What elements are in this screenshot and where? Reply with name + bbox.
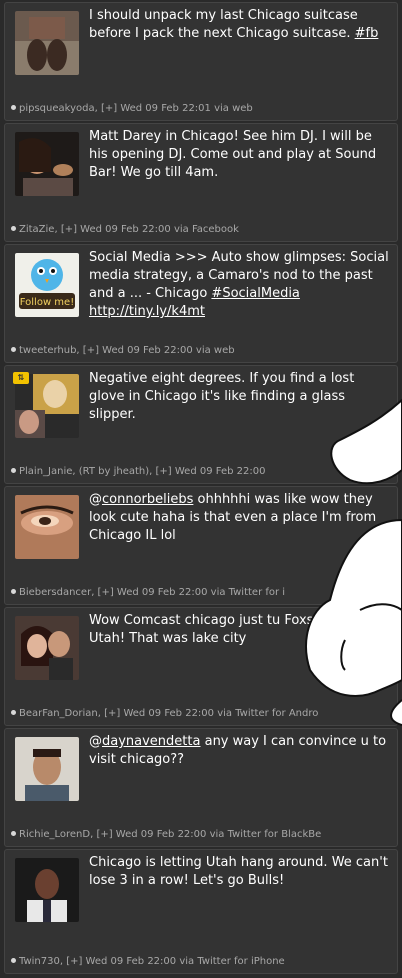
tweet-card[interactable]: @daynavendetta any way I can convince u … [4,728,398,847]
bullet-icon [11,226,16,231]
tweet-meta: Plain_Janie, (RT by jheath), [+] Wed 09 … [11,465,393,479]
tweet-message: Wow Comcast chicago just tu FoxsportsNet… [89,613,370,646]
bullet-icon [11,958,16,963]
tweet-text: @daynavendetta any way I can convince u … [89,733,393,769]
hashtag-link[interactable]: #SocialMedia [211,286,299,301]
tweet-card[interactable]: Follow me! Social Media >>> Auto show gl… [4,244,398,363]
tweet-meta-text: BearFan_Dorian, [+] Wed 09 Feb 22:00 via… [19,708,319,719]
tweet-message: Chicago is letting Utah hang around. We … [89,855,388,888]
tweet-card[interactable]: I should unpack my last Chicago suitcase… [4,2,398,121]
tweet-message: Matt Darey in Chicago! See him DJ. I wil… [89,129,377,180]
svg-text:Follow me!: Follow me! [20,297,74,308]
mention-prefix: @ [89,734,102,749]
hashtag-link[interactable]: #fb [355,26,379,41]
url-link[interactable]: http://tiny.ly/k4mt [89,304,205,319]
tweet-meta-text: ZitaZie, [+] Wed 09 Feb 22:00 via Facebo… [19,224,239,235]
avatar-image [15,616,79,680]
tweet-message: I should unpack my last Chicago suitcase… [89,8,358,41]
avatar-image [15,132,79,196]
tweet-meta: pipsqueakyoda, [+] Wed 09 Feb 22:01 via … [11,102,393,116]
avatar-image [15,737,79,801]
bullet-icon [11,105,16,110]
avatar[interactable] [15,11,79,75]
tweet-meta: Twin730, [+] Wed 09 Feb 22:00 via Twitte… [11,955,393,969]
avatar[interactable] [15,616,79,680]
tweet-meta: ZitaZie, [+] Wed 09 Feb 22:00 via Facebo… [11,223,393,237]
tweet-text: Wow Comcast chicago just tu FoxsportsNet… [89,612,393,648]
tweet-text: @connorbeliebs ohhhhhi was like wow they… [89,491,393,545]
tweet-meta-text: tweeterhub, [+] Wed 09 Feb 22:00 via web [19,345,235,356]
avatar-image [15,495,79,559]
tweet-feed: I should unpack my last Chicago suitcase… [0,0,402,978]
tweet-meta-text: Biebersdancer, [+] Wed 09 Feb 22:00 via … [19,587,286,598]
tweet-card[interactable]: Wow Comcast chicago just tu FoxsportsNet… [4,607,398,726]
tweet-text: I should unpack my last Chicago suitcase… [89,7,393,43]
tweet-meta-text: Richie_LorenD, [+] Wed 09 Feb 22:00 via … [19,829,322,840]
bullet-icon [11,589,16,594]
tweet-meta: BearFan_Dorian, [+] Wed 09 Feb 22:00 via… [11,707,393,721]
retweet-icon: ⇅ [13,372,29,384]
avatar-image [15,11,79,75]
tweet-meta-text: Twin730, [+] Wed 09 Feb 22:00 via Twitte… [19,956,285,967]
avatar[interactable] [15,495,79,559]
mention-prefix: @ [89,492,102,507]
tweet-card[interactable]: Chicago is letting Utah hang around. We … [4,849,398,974]
tweet-text: Chicago is letting Utah hang around. We … [89,854,393,890]
bullet-icon [11,468,16,473]
tweet-meta-text: pipsqueakyoda, [+] Wed 09 Feb 22:01 via … [19,103,253,114]
tweet-meta: tweeterhub, [+] Wed 09 Feb 22:00 via web [11,344,393,358]
avatar-image [15,858,79,922]
tweet-text: Matt Darey in Chicago! See him DJ. I wil… [89,128,393,182]
tweet-message: Negative eight degrees. If you find a lo… [89,371,355,422]
avatar[interactable] [15,132,79,196]
avatar[interactable] [15,737,79,801]
tweet-card[interactable]: ⇅ Negative eight degrees. If you find a … [4,365,398,484]
bullet-icon [11,710,16,715]
avatar[interactable]: Follow me! [15,253,79,317]
mention-link[interactable]: daynavendetta [102,734,200,749]
tweet-meta: Biebersdancer, [+] Wed 09 Feb 22:00 via … [11,586,393,600]
avatar[interactable] [15,858,79,922]
avatar-image: Follow me! [15,253,79,317]
tweet-meta: Richie_LorenD, [+] Wed 09 Feb 22:00 via … [11,828,393,842]
tweet-card[interactable]: Matt Darey in Chicago! See him DJ. I wil… [4,123,398,242]
tweet-text: Negative eight degrees. If you find a lo… [89,370,393,424]
tweet-text: Social Media >>> Auto show glimpses: Soc… [89,249,393,321]
bullet-icon [11,831,16,836]
tweet-meta-text: Plain_Janie, (RT by jheath), [+] Wed 09 … [19,466,266,477]
mention-link[interactable]: connorbeliebs [102,492,193,507]
tweet-card[interactable]: @connorbeliebs ohhhhhi was like wow they… [4,486,398,605]
bullet-icon [11,347,16,352]
